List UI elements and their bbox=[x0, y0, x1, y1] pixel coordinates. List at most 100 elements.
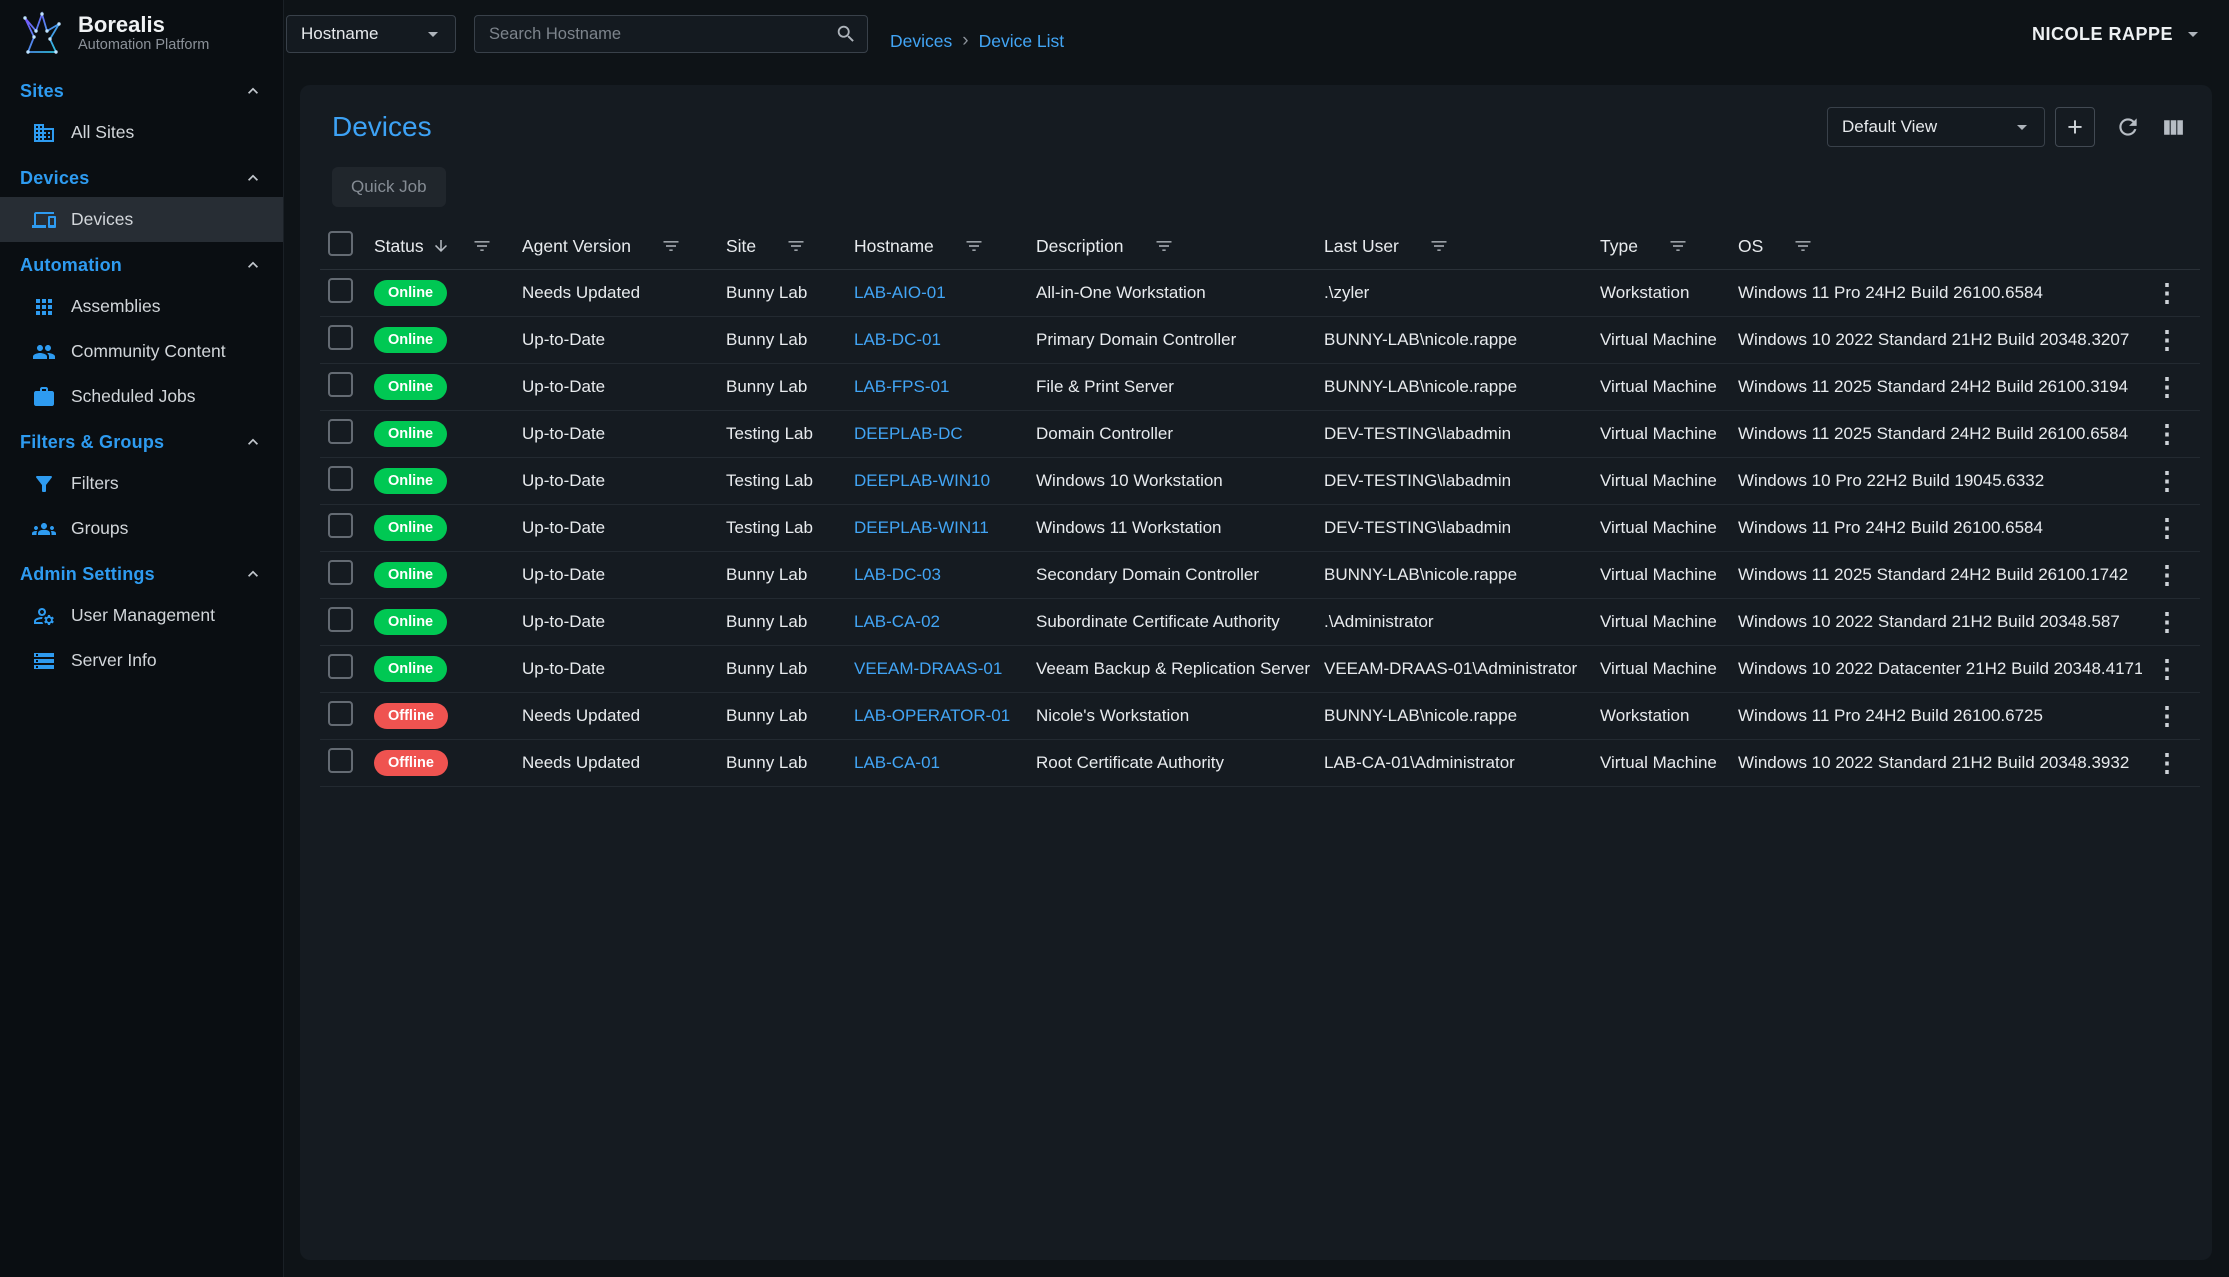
section-automation[interactable]: Automation bbox=[0, 242, 283, 284]
hostname-link[interactable]: DEEPLAB-WIN11 bbox=[854, 518, 1036, 538]
hostname-link[interactable]: LAB-FPS-01 bbox=[854, 377, 1036, 397]
hostname-link[interactable]: LAB-CA-02 bbox=[854, 612, 1036, 632]
sort-desc-icon[interactable] bbox=[432, 237, 450, 255]
column-header-status[interactable]: Status bbox=[374, 236, 522, 257]
table-row[interactable]: Online Up-to-Date Testing Lab DEEPLAB-WI… bbox=[320, 458, 2200, 505]
select-all-checkbox[interactable] bbox=[328, 231, 353, 256]
chevron-up-icon bbox=[243, 564, 263, 584]
filter-icon[interactable] bbox=[661, 236, 681, 256]
section-devices[interactable]: Devices bbox=[0, 155, 283, 197]
row-menu-icon[interactable]: ⋮ bbox=[2142, 701, 2192, 731]
description-cell: All-in-One Workstation bbox=[1036, 283, 1324, 303]
column-settings-button[interactable] bbox=[2161, 115, 2186, 140]
search-input[interactable] bbox=[489, 25, 835, 44]
row-menu-icon[interactable]: ⋮ bbox=[2142, 278, 2192, 308]
sidebar-item-user-management[interactable]: User Management bbox=[0, 593, 283, 638]
table-row[interactable]: Online Up-to-Date Bunny Lab LAB-FPS-01 F… bbox=[320, 364, 2200, 411]
row-menu-icon[interactable]: ⋮ bbox=[2142, 748, 2192, 778]
device-table: Status Agent Version Site Hostname Descr… bbox=[320, 223, 2200, 787]
sidebar-item-devices[interactable]: Devices bbox=[0, 197, 283, 242]
user-menu[interactable]: NICOLE RAPPE bbox=[2032, 22, 2205, 46]
filter-icon[interactable] bbox=[964, 236, 984, 256]
row-checkbox[interactable] bbox=[328, 560, 353, 585]
breadcrumb-devices[interactable]: Devices bbox=[890, 31, 952, 52]
filter-icon[interactable] bbox=[472, 236, 492, 256]
row-checkbox[interactable] bbox=[328, 654, 353, 679]
type-cell: Virtual Machine bbox=[1600, 565, 1738, 585]
section-sites[interactable]: Sites bbox=[0, 68, 283, 110]
section-admin-settings[interactable]: Admin Settings bbox=[0, 551, 283, 593]
row-checkbox[interactable] bbox=[328, 278, 353, 303]
filter-icon[interactable] bbox=[1154, 236, 1174, 256]
table-row[interactable]: Online Up-to-Date Bunny Lab LAB-DC-01 Pr… bbox=[320, 317, 2200, 364]
filter-icon[interactable] bbox=[1429, 236, 1449, 256]
last-user-cell: DEV-TESTING\labadmin bbox=[1324, 471, 1600, 491]
table-row[interactable]: Offline Needs Updated Bunny Lab LAB-OPER… bbox=[320, 693, 2200, 740]
table-row[interactable]: Online Up-to-Date Bunny Lab LAB-DC-03 Se… bbox=[320, 552, 2200, 599]
row-menu-icon[interactable]: ⋮ bbox=[2142, 654, 2192, 684]
last-user-cell: DEV-TESTING\labadmin bbox=[1324, 518, 1600, 538]
row-checkbox[interactable] bbox=[328, 325, 353, 350]
row-menu-icon[interactable]: ⋮ bbox=[2142, 466, 2192, 496]
sidebar-item-label: Community Content bbox=[71, 341, 226, 362]
column-header-description[interactable]: Description bbox=[1036, 236, 1324, 257]
table-row[interactable]: Online Up-to-Date Bunny Lab VEEAM-DRAAS-… bbox=[320, 646, 2200, 693]
row-menu-icon[interactable]: ⋮ bbox=[2142, 325, 2192, 355]
row-checkbox[interactable] bbox=[328, 419, 353, 444]
refresh-button[interactable] bbox=[2115, 114, 2141, 140]
row-checkbox[interactable] bbox=[328, 748, 353, 773]
column-header-last-user[interactable]: Last User bbox=[1324, 236, 1600, 257]
os-cell: Windows 10 2022 Datacenter 21H2 Build 20… bbox=[1738, 659, 2142, 679]
table-row[interactable]: Online Up-to-Date Bunny Lab LAB-CA-02 Su… bbox=[320, 599, 2200, 646]
row-menu-icon[interactable]: ⋮ bbox=[2142, 372, 2192, 402]
table-row[interactable]: Online Up-to-Date Testing Lab DEEPLAB-DC… bbox=[320, 411, 2200, 458]
table-row[interactable]: Online Up-to-Date Testing Lab DEEPLAB-WI… bbox=[320, 505, 2200, 552]
sidebar-item-community-content[interactable]: Community Content bbox=[0, 329, 283, 374]
row-checkbox[interactable] bbox=[328, 513, 353, 538]
column-header-os[interactable]: OS bbox=[1738, 236, 2142, 257]
sidebar-item-server-info[interactable]: Server Info bbox=[0, 638, 283, 683]
sidebar-item-all-sites[interactable]: All Sites bbox=[0, 110, 283, 155]
row-menu-icon[interactable]: ⋮ bbox=[2142, 607, 2192, 637]
hostname-link[interactable]: VEEAM-DRAAS-01 bbox=[854, 659, 1036, 679]
row-checkbox[interactable] bbox=[328, 466, 353, 491]
breadcrumb-separator: › bbox=[962, 30, 968, 52]
hostname-link[interactable]: LAB-DC-01 bbox=[854, 330, 1036, 350]
agent-version-cell: Up-to-Date bbox=[522, 377, 726, 397]
hostname-link[interactable]: LAB-AIO-01 bbox=[854, 283, 1036, 303]
table-row[interactable]: Offline Needs Updated Bunny Lab LAB-CA-0… bbox=[320, 740, 2200, 787]
row-menu-icon[interactable]: ⋮ bbox=[2142, 419, 2192, 449]
hostname-link[interactable]: DEEPLAB-DC bbox=[854, 424, 1036, 444]
hostname-link[interactable]: DEEPLAB-WIN10 bbox=[854, 471, 1036, 491]
app-brand[interactable]: Borealis Automation Platform bbox=[0, 0, 283, 68]
hostname-link[interactable]: LAB-DC-03 bbox=[854, 565, 1036, 585]
sidebar-item-filters[interactable]: Filters bbox=[0, 461, 283, 506]
sidebar-item-assemblies[interactable]: Assemblies bbox=[0, 284, 283, 329]
filter-icon[interactable] bbox=[1668, 236, 1688, 256]
search-box[interactable] bbox=[474, 15, 868, 53]
row-checkbox[interactable] bbox=[328, 701, 353, 726]
column-header-type[interactable]: Type bbox=[1600, 236, 1738, 257]
table-row[interactable]: Online Needs Updated Bunny Lab LAB-AIO-0… bbox=[320, 270, 2200, 317]
row-menu-icon[interactable]: ⋮ bbox=[2142, 560, 2192, 590]
sidebar-item-scheduled-jobs[interactable]: Scheduled Jobs bbox=[0, 374, 283, 419]
column-header-site[interactable]: Site bbox=[726, 236, 854, 257]
column-header-agent-version[interactable]: Agent Version bbox=[522, 236, 726, 257]
search-icon[interactable] bbox=[835, 23, 857, 45]
sidebar-item-groups[interactable]: Groups bbox=[0, 506, 283, 551]
row-menu-icon[interactable]: ⋮ bbox=[2142, 513, 2192, 543]
site-cell: Testing Lab bbox=[726, 471, 854, 491]
add-view-button[interactable]: + bbox=[2055, 107, 2095, 147]
column-header-hostname[interactable]: Hostname bbox=[854, 236, 1036, 257]
row-checkbox[interactable] bbox=[328, 607, 353, 632]
hostname-link[interactable]: LAB-OPERATOR-01 bbox=[854, 706, 1036, 726]
filter-icon[interactable] bbox=[1793, 236, 1813, 256]
breadcrumb-device-list[interactable]: Device List bbox=[979, 31, 1065, 52]
section-filters-groups[interactable]: Filters & Groups bbox=[0, 419, 283, 461]
row-checkbox[interactable] bbox=[328, 372, 353, 397]
filter-icon[interactable] bbox=[786, 236, 806, 256]
view-select[interactable]: Default View bbox=[1827, 107, 2045, 147]
hostname-link[interactable]: LAB-CA-01 bbox=[854, 753, 1036, 773]
search-field-select[interactable]: Hostname bbox=[286, 15, 456, 53]
quick-job-button[interactable]: Quick Job bbox=[332, 167, 446, 207]
